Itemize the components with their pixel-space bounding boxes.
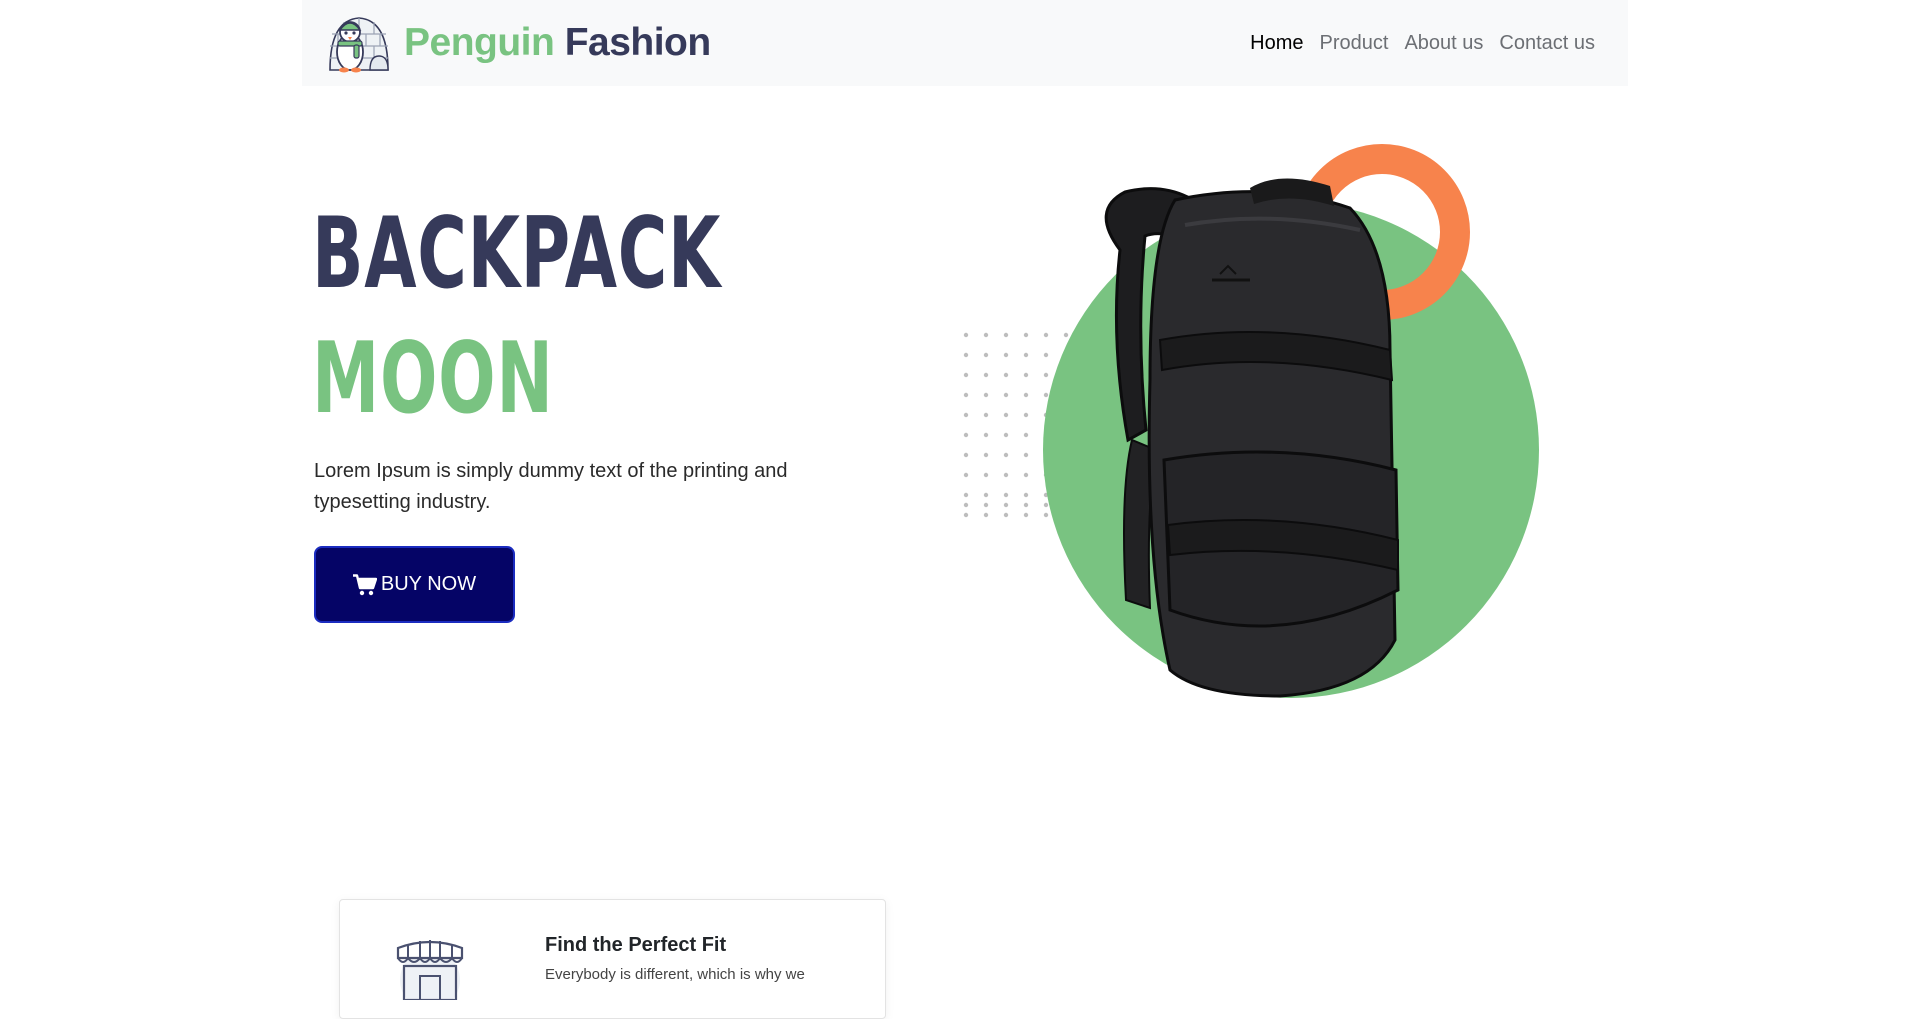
storefront-icon [396, 940, 464, 1000]
nav-menu: Home Product About us Contact us [1250, 0, 1595, 86]
brand-name: Penguin Fashion [404, 21, 711, 65]
brand-word-1: Penguin [404, 21, 555, 64]
shopping-cart-icon [352, 573, 377, 595]
feature-card-title: Find the Perfect Fit [545, 934, 727, 956]
hero-description: Lorem Ipsum is simply dummy text of the … [314, 460, 788, 513]
nav-about-us[interactable]: About us [1404, 32, 1483, 55]
nav-home[interactable]: Home [1250, 32, 1303, 55]
buy-now-button[interactable]: BUY NOW [314, 546, 515, 623]
buy-now-label: BUY NOW [380, 573, 477, 595]
feature-card: Find the Perfect Fit Everybody is differ… [339, 899, 886, 1019]
nav-contact-us[interactable]: Contact us [1499, 32, 1595, 55]
penguin-logo-icon [329, 17, 389, 73]
hero-illustration [963, 144, 1539, 698]
brand-word-2: Fashion [564, 21, 712, 64]
hero-title-line1: BACKPACK [312, 197, 722, 311]
navbar: Penguin Fashion Home Product About us Co… [302, 0, 1628, 86]
hero-title-line2: MOON [312, 322, 554, 436]
nav-product[interactable]: Product [1320, 32, 1389, 55]
brand-link[interactable]: Penguin Fashion [326, 11, 711, 75]
